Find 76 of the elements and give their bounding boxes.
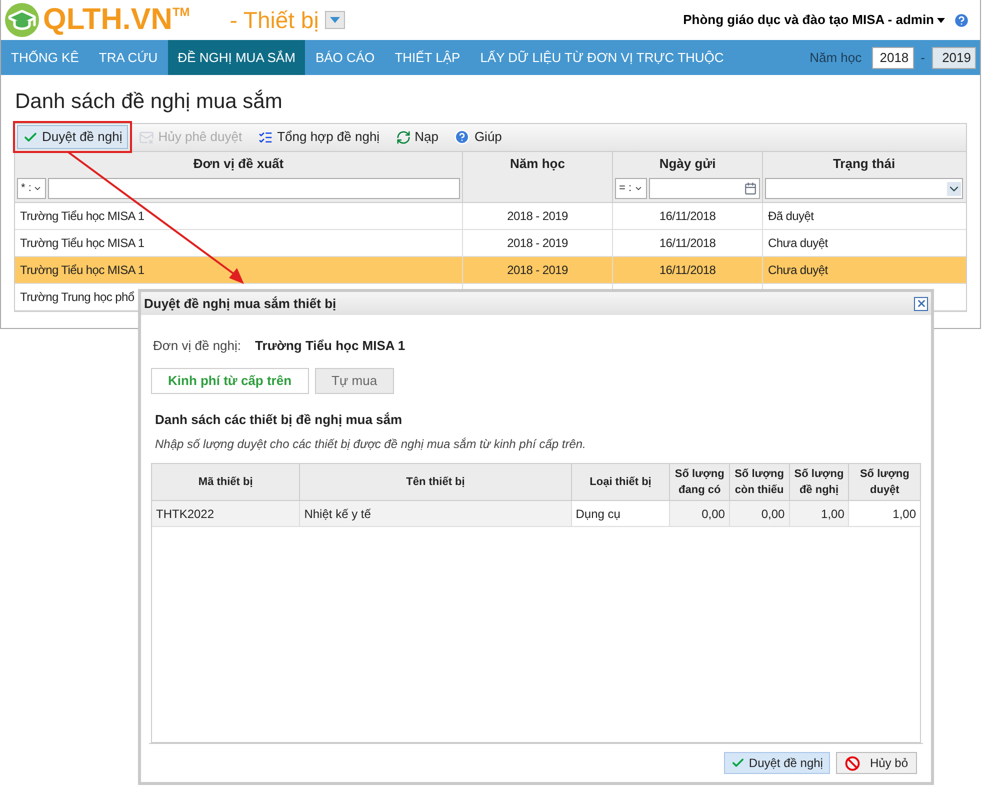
approve-button[interactable]: Duyệt đề nghị — [724, 752, 830, 774]
table-cell-text: 16/11/2018 — [659, 262, 716, 278]
caret-icon — [947, 182, 961, 196]
table-cell-text: 2018 - 2019 — [507, 208, 568, 224]
hint-text: Nhập số lượng duyệt cho các thiết bị được đề nghị mua sắm từ kinh phí cấp trên. — [154, 436, 587, 453]
filter-operator[interactable]: = : — [615, 178, 647, 199]
table-cell-text: Trường Tiểu học MISA 1 — [20, 262, 144, 278]
close-button[interactable] — [914, 296, 928, 310]
table-cell: Dụng cụ — [572, 501, 670, 526]
column-header: Đơn vị đề xuất — [192, 154, 285, 173]
table-cell: 1,00 — [790, 501, 850, 526]
column-header: Số lượng còn thiếu — [734, 467, 785, 498]
user-menu[interactable]: Phòng giáo dục và đào tạo MISA - admin — [683, 10, 945, 30]
help-icon — [454, 129, 470, 145]
column-header: Số lượng đề nghị — [793, 467, 845, 498]
module-dropdown[interactable] — [324, 11, 345, 29]
trademark-mark: TM — [172, 4, 190, 21]
table-cell-text: 2018 - 2019 — [507, 234, 568, 252]
logo-icon — [5, 3, 39, 37]
section-title: Danh sách các thiết bị đề nghị mua sắm — [154, 410, 404, 429]
close-icon — [916, 298, 926, 309]
filter-operator[interactable]: * : — [17, 178, 46, 199]
caret-icon — [937, 18, 945, 22]
table-cell-text: 2018 - 2019 — [507, 262, 568, 278]
envelope-icon — [139, 130, 154, 144]
toolbar-button[interactable]: Tổng hợp đề nghị — [253, 125, 385, 149]
column-header: Ngày gửi — [658, 154, 717, 173]
table-row[interactable]: Trường Tiểu học MISA 1 2018 - 2019 16/11/2018 Chưa duyệt — [15, 230, 966, 256]
table-cell-text: 16/11/2018 — [659, 234, 716, 252]
caret-icon — [33, 184, 42, 193]
table-cell: 0,00 — [670, 501, 730, 526]
table-cell: 0,00 — [730, 501, 790, 526]
column-header: Số lượng duyệt — [858, 467, 910, 498]
year-separator: - — [920, 48, 926, 67]
column-header: Năm học — [509, 154, 566, 173]
table-cell-text: Đã duyệt — [768, 208, 814, 224]
help-icon[interactable] — [953, 12, 970, 28]
check-icon — [730, 756, 745, 770]
table-cell-text: Trường Tiểu học MISA 1 — [20, 208, 144, 224]
toolbar-button[interactable]: Giúp — [449, 125, 507, 149]
table-cell-text: Trường Trung học phổ — [20, 288, 134, 306]
dialog-tab[interactable]: Tự mua — [314, 368, 394, 394]
filter-field[interactable] — [48, 178, 460, 199]
unit-label: Đơn vị đề nghị: — [153, 337, 242, 355]
table-row[interactable]: Trường Tiểu học MISA 1 2018 - 2019 16/11/2018 Chưa duyệt — [15, 256, 966, 284]
caret-icon — [330, 17, 340, 23]
table-cell-text: Trường Tiểu học MISA 1 — [20, 234, 144, 252]
date-filter-field[interactable] — [648, 178, 760, 199]
status-filter-dropdown[interactable] — [765, 178, 963, 199]
module-title: - Thiết bị — [230, 6, 319, 35]
year-from-field[interactable]: 2018 — [872, 46, 914, 68]
prohibited-icon — [844, 756, 860, 770]
column-header: Loại thiết bị — [590, 475, 652, 490]
page-title: Danh sách đề nghị mua sắm — [14, 88, 284, 115]
toolbar-button[interactable]: Nạp — [390, 125, 444, 149]
dialog-title: Duyệt đề nghị mua sắm thiết bị — [144, 294, 336, 313]
table-cell: Nhiệt kế y tế — [300, 501, 572, 526]
list-icon — [258, 130, 274, 144]
cancel-button[interactable]: Hủy bỏ — [836, 752, 917, 774]
calendar-icon — [744, 182, 757, 195]
table-cell-text: Chưa duyệt — [768, 234, 828, 252]
column-header: Mã thiết bị — [198, 475, 253, 490]
refresh-icon — [396, 130, 411, 144]
unit-value: Trường Tiểu học MISA 1 — [255, 337, 406, 355]
column-header: Trạng thái — [832, 154, 896, 173]
caret-icon — [634, 184, 643, 193]
table-row[interactable]: Trường Tiểu học MISA 1 2018 - 2019 16/11/2018 Đã duyệt — [15, 202, 966, 230]
year-label: Năm học — [810, 48, 862, 67]
table-cell-text: 16/11/2018 — [659, 208, 716, 224]
column-header: Tên thiết bị — [406, 475, 465, 490]
logo-text: QLTH.VN — [43, 5, 172, 35]
nav-tab[interactable]: ĐỀ NGHỊ MUA SẮM — [168, 40, 306, 75]
table-cell-text: Chưa duyệt — [768, 262, 828, 278]
column-header: Số lượng đang có — [674, 467, 726, 498]
year-to-field[interactable]: 2019 — [932, 46, 976, 68]
table-cell: THTK2022 — [152, 501, 300, 526]
